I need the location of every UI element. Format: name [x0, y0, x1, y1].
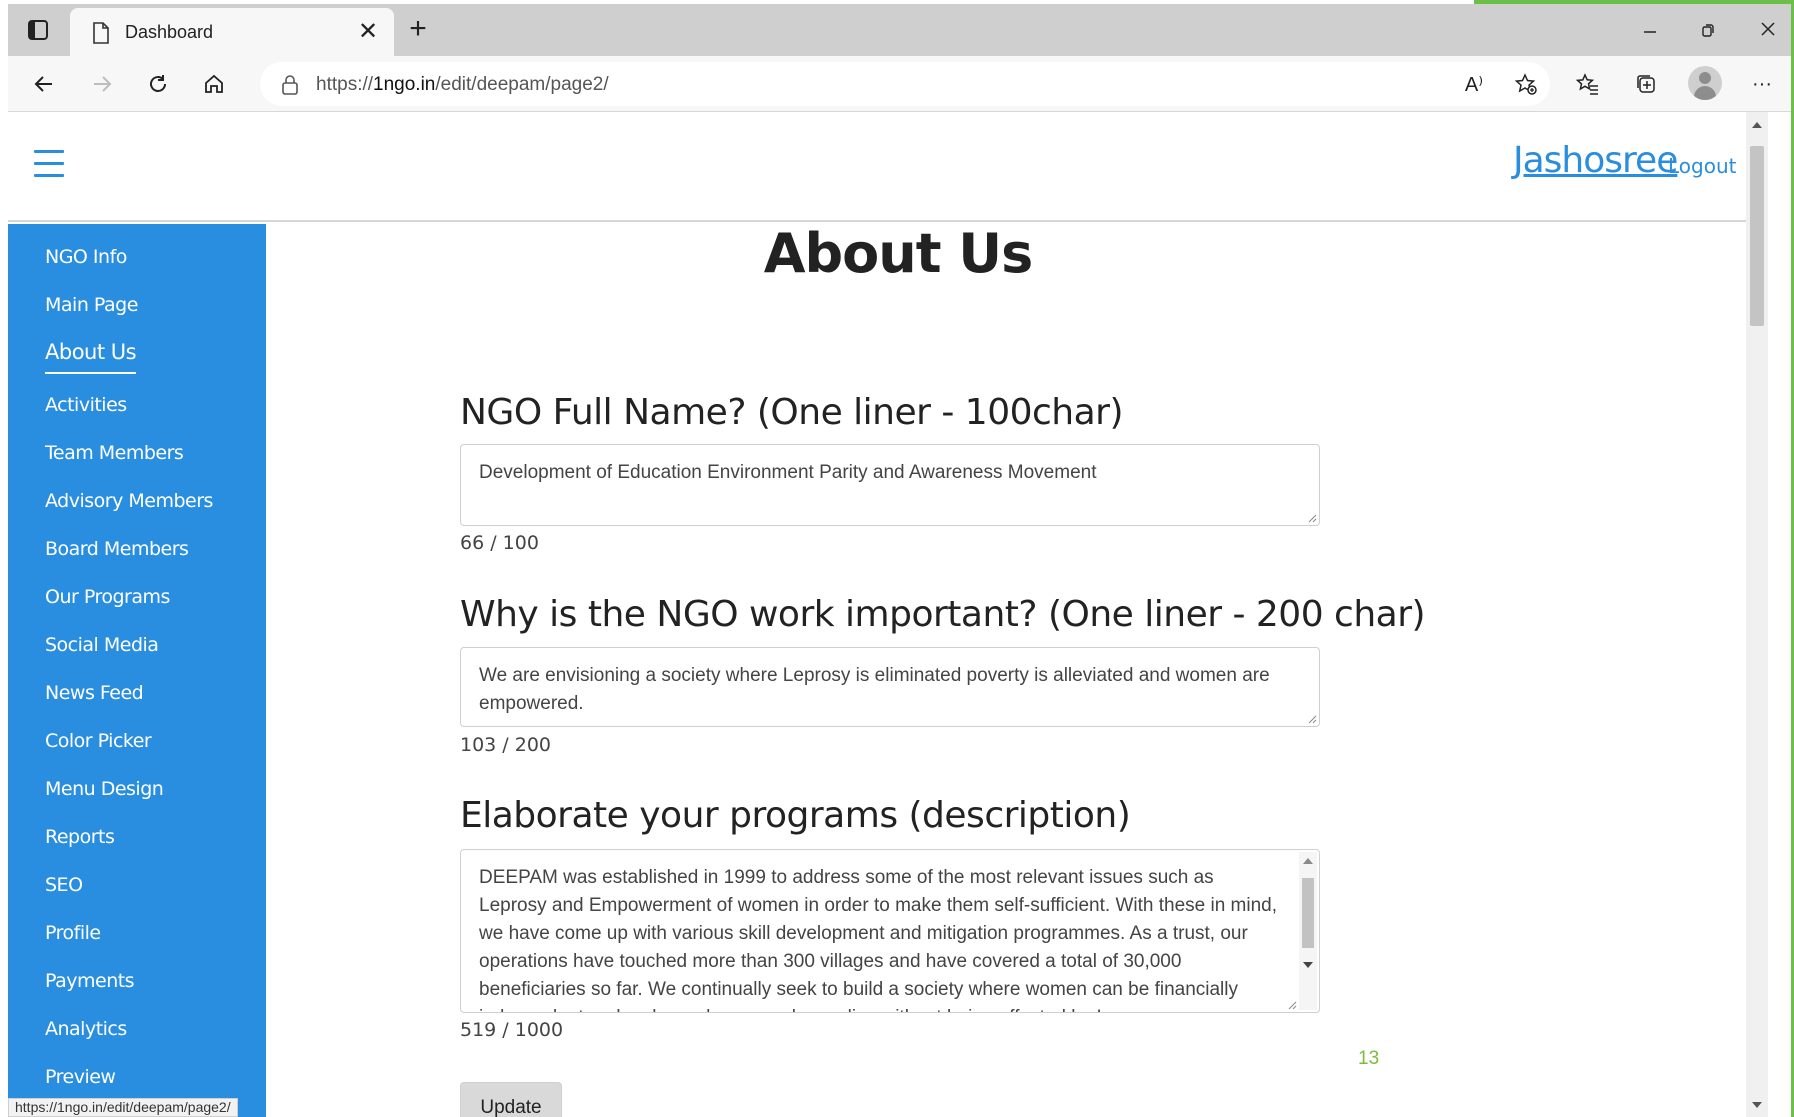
- ngo-full-name-field[interactable]: Development of Education Environment Par…: [460, 444, 1320, 526]
- document-icon: [92, 22, 110, 44]
- ngo-importance-field[interactable]: We are envisioning a society where Lepro…: [460, 647, 1320, 727]
- page-title: About Us: [763, 222, 1034, 285]
- sidebar-item-social-media[interactable]: Social Media: [45, 634, 159, 656]
- refresh-icon[interactable]: [142, 68, 174, 100]
- scroll-up-icon[interactable]: [1752, 122, 1762, 128]
- ngo-importance-label: Why is the NGO work important? (One line…: [460, 594, 1426, 635]
- favorites-icon[interactable]: [1572, 68, 1604, 100]
- sidebar: NGO Info Main Page About Us Activities T…: [8, 224, 266, 1117]
- sidebar-item-our-programs[interactable]: Our Programs: [45, 586, 170, 608]
- read-aloud-icon[interactable]: A⁾: [1458, 68, 1490, 100]
- programs-description-label: Elaborate your programs (description): [460, 795, 1131, 836]
- programs-description-value: DEEPAM was established in 1999 to addres…: [479, 867, 1278, 1012]
- sidebar-item-analytics[interactable]: Analytics: [45, 1018, 127, 1040]
- profile-icon[interactable]: [1688, 66, 1722, 100]
- site-header: Jashosree Logout: [8, 112, 1768, 222]
- sidebar-item-board-members[interactable]: Board Members: [45, 538, 189, 560]
- address-bar[interactable]: https://1ngo.in/edit/deepam/page2/: [260, 62, 1550, 106]
- sidebar-item-color-picker[interactable]: Color Picker: [45, 730, 152, 752]
- tab-close-icon[interactable]: ✕: [354, 18, 382, 46]
- lock-icon[interactable]: [280, 74, 300, 96]
- sidebar-item-advisory-members[interactable]: Advisory Members: [45, 490, 213, 512]
- sidebar-item-main-page[interactable]: Main Page: [45, 294, 138, 316]
- resize-grip-icon[interactable]: [1285, 998, 1297, 1010]
- close-icon[interactable]: [1748, 16, 1788, 46]
- sidebar-item-reports[interactable]: Reports: [45, 826, 115, 848]
- scroll-down-icon[interactable]: [1752, 1102, 1762, 1108]
- ngo-importance-counter: 103 / 200: [460, 734, 552, 756]
- ngo-full-name-value: Development of Education Environment Par…: [479, 462, 1097, 483]
- resize-grip-icon[interactable]: [1305, 511, 1317, 523]
- status-bar-url: https://1ngo.in/edit/deepam/page2/: [8, 1098, 238, 1117]
- resize-grip-icon[interactable]: [1305, 712, 1317, 724]
- user-name-link[interactable]: Jashosree: [1513, 140, 1678, 181]
- url-text[interactable]: https://1ngo.in/edit/deepam/page2/: [316, 74, 609, 96]
- sidebar-item-preview[interactable]: Preview: [45, 1066, 116, 1088]
- update-button[interactable]: Update: [460, 1082, 562, 1117]
- scroll-down-icon[interactable]: [1303, 962, 1313, 968]
- sidebar-item-about-us[interactable]: About Us: [45, 340, 137, 374]
- browser-tab[interactable]: Dashboard ✕: [70, 8, 394, 56]
- ngo-importance-value: We are envisioning a society where Lepro…: [479, 665, 1270, 714]
- programs-description-counter: 519 / 1000: [460, 1019, 564, 1041]
- sidebar-item-activities[interactable]: Activities: [45, 394, 127, 416]
- sidebar-item-team-members[interactable]: Team Members: [45, 442, 184, 464]
- sidebar-item-seo[interactable]: SEO: [45, 874, 83, 896]
- hamburger-icon[interactable]: [34, 150, 64, 180]
- scroll-thumb[interactable]: [1302, 878, 1314, 948]
- textarea-scrollbar[interactable]: [1299, 852, 1317, 1010]
- scroll-up-icon[interactable]: [1303, 858, 1313, 864]
- sidebar-item-ngo-info[interactable]: NGO Info: [45, 246, 127, 268]
- forward-icon[interactable]: [86, 68, 118, 100]
- tab-title: Dashboard: [125, 22, 214, 42]
- sidebar-item-payments[interactable]: Payments: [45, 970, 135, 992]
- programs-description-field[interactable]: DEEPAM was established in 1999 to addres…: [460, 849, 1320, 1013]
- page-scrollbar[interactable]: [1746, 112, 1768, 1117]
- tab-actions-icon[interactable]: [26, 18, 50, 42]
- back-icon[interactable]: [28, 68, 60, 100]
- add-favorite-icon[interactable]: [1510, 68, 1542, 100]
- collections-icon[interactable]: [1630, 68, 1662, 100]
- ngo-full-name-counter: 66 / 100: [460, 532, 539, 554]
- ngo-full-name-label: NGO Full Name? (One liner - 100char): [460, 392, 1124, 433]
- tab-strip: Dashboard ✕ +: [8, 4, 1791, 56]
- page-number: 13: [1358, 1048, 1380, 1069]
- page-scroll-thumb[interactable]: [1750, 146, 1764, 326]
- home-icon[interactable]: [198, 68, 230, 100]
- more-icon[interactable]: ···: [1746, 68, 1778, 100]
- web-page: Jashosree Logout NGO Info Main Page Abou…: [8, 112, 1768, 1117]
- logout-link[interactable]: Logout: [1668, 154, 1736, 178]
- new-tab-button[interactable]: +: [402, 14, 434, 46]
- browser-toolbar: https://1ngo.in/edit/deepam/page2/ A⁾ ··…: [8, 56, 1791, 112]
- restore-icon[interactable]: [1688, 16, 1728, 46]
- minimize-icon[interactable]: [1630, 16, 1670, 46]
- sidebar-item-news-feed[interactable]: News Feed: [45, 682, 144, 704]
- sidebar-item-menu-design[interactable]: Menu Design: [45, 778, 164, 800]
- sidebar-item-profile[interactable]: Profile: [45, 922, 101, 944]
